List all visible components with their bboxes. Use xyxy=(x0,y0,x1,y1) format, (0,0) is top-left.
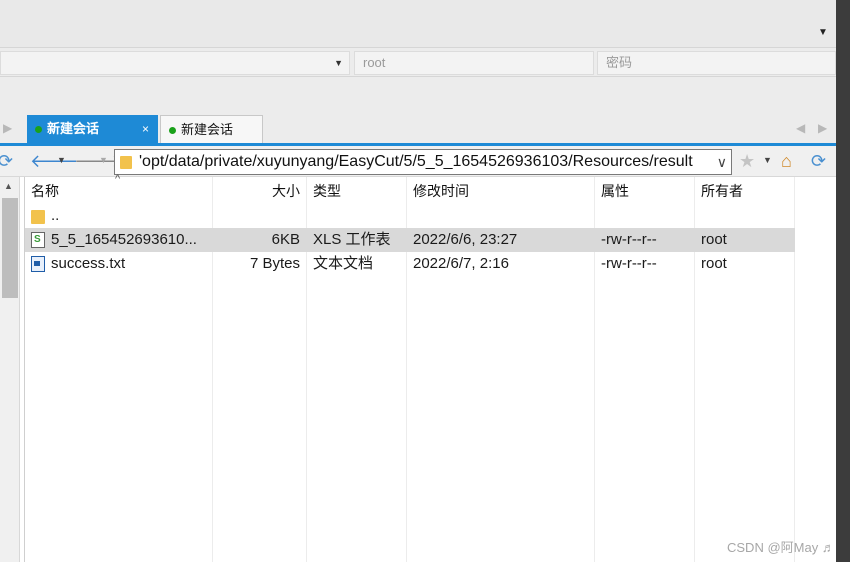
folder-icon xyxy=(31,210,45,224)
password-placeholder: 密码 xyxy=(606,55,633,70)
bookmark-dropdown-icon[interactable]: ▼ xyxy=(763,155,772,165)
path-value: 'opt/data/private/xuyunyang/EasyCut/5/5_… xyxy=(139,153,693,170)
watermark: CSDN @阿May ♬ xyxy=(727,540,835,555)
host-dropdown-icon[interactable]: ▼ xyxy=(334,52,343,74)
host-input[interactable]: ▼ xyxy=(0,51,350,75)
tab-scroll-left-icon[interactable]: ▶ xyxy=(3,121,12,135)
path-history-chevron-icon[interactable]: ∨ xyxy=(717,150,727,174)
column-header-type[interactable]: 类型 xyxy=(313,177,341,205)
connected-status-dot xyxy=(35,126,42,133)
xls-file-icon xyxy=(31,228,45,252)
refresh-icon[interactable]: ⟳ xyxy=(811,151,826,172)
file-name: .. xyxy=(51,207,60,224)
file-owner: root xyxy=(701,255,727,272)
bookmark-star-icon[interactable]: ★ xyxy=(739,151,755,172)
tab-session-2[interactable]: 新建会话 xyxy=(160,115,263,143)
back-arrow-icon[interactable]: 🡐 xyxy=(30,151,78,172)
file-size: 7 Bytes xyxy=(249,255,300,272)
tab-session-1[interactable]: 新建会话 × xyxy=(27,115,158,143)
back-history-dropdown-icon[interactable]: ▼ xyxy=(57,155,66,165)
file-type: 文本文档 xyxy=(313,255,374,272)
file-type: XLS 工作表 xyxy=(313,231,391,248)
file-name: 5_5_165452693610... xyxy=(51,231,197,248)
table-row[interactable]: success.txt 7 Bytes 文本文档 2022/6/7, 2:16 … xyxy=(25,252,795,276)
password-input[interactable]: 密码 xyxy=(597,51,836,75)
connection-bar: ▼ root 密码 xyxy=(0,47,836,77)
home-folder-icon[interactable]: ⌂ xyxy=(781,151,792,172)
top-toolbar-area xyxy=(0,0,836,47)
tab-prev-icon[interactable]: ◀ xyxy=(796,121,805,135)
username-placeholder: root xyxy=(363,55,386,70)
table-row[interactable]: 5_5_165452693610... 6KB XLS 工作表 2022/6/6… xyxy=(25,228,795,252)
username-input[interactable]: root xyxy=(354,51,594,75)
refresh-icon[interactable]: ⟳ xyxy=(0,151,13,172)
folder-icon xyxy=(120,156,132,169)
file-modified: 2022/6/7, 2:16 xyxy=(413,255,509,272)
session-tab-strip: ▶ 新建会话 × 新建会话 ◀ ▶ xyxy=(0,115,836,143)
tab-next-icon[interactable]: ▶ xyxy=(818,121,827,135)
file-owner: root xyxy=(701,231,727,248)
file-list: ^ 名称 大小 类型 修改时间 属性 所有者 .. 5_5_1654526936… xyxy=(24,173,836,562)
column-header-name[interactable]: 名称 xyxy=(31,177,59,205)
table-row[interactable]: .. xyxy=(25,204,795,228)
tab-label: 新建会话 xyxy=(47,121,100,136)
column-header-size[interactable]: 大小 xyxy=(213,177,300,205)
sort-ascending-icon: ^ xyxy=(115,173,121,185)
toolbar-dropdown-arrow-icon[interactable]: ▼ xyxy=(818,27,828,38)
scroll-up-icon[interactable]: ▲ xyxy=(4,181,13,191)
file-modified: 2022/6/6, 23:27 xyxy=(413,231,518,248)
column-header-owner[interactable]: 所有者 xyxy=(701,177,743,205)
close-tab-icon[interactable]: × xyxy=(142,115,149,143)
txt-file-icon xyxy=(31,256,45,272)
column-header-attributes[interactable]: 属性 xyxy=(601,177,629,205)
file-name: success.txt xyxy=(51,255,126,272)
file-attributes: -rw-r--r-- xyxy=(601,231,657,248)
toolbar-gap xyxy=(0,77,836,115)
path-input[interactable]: 'opt/data/private/xuyunyang/EasyCut/5/5_… xyxy=(114,149,732,175)
window-edge xyxy=(836,0,850,562)
forward-history-dropdown-icon[interactable]: ▼ xyxy=(99,155,108,165)
path-toolbar: ⟳ 🡐 ▼ 🡒 ▼ 'opt/data/private/xuyunyang/Ea… xyxy=(0,146,836,177)
left-scroll-thumb[interactable] xyxy=(2,198,18,298)
file-size: 6KB xyxy=(271,231,300,248)
column-header-modified[interactable]: 修改时间 xyxy=(413,177,469,205)
file-attributes: -rw-r--r-- xyxy=(601,255,657,272)
tab-label: 新建会话 xyxy=(181,122,234,137)
connected-status-dot xyxy=(169,127,176,134)
